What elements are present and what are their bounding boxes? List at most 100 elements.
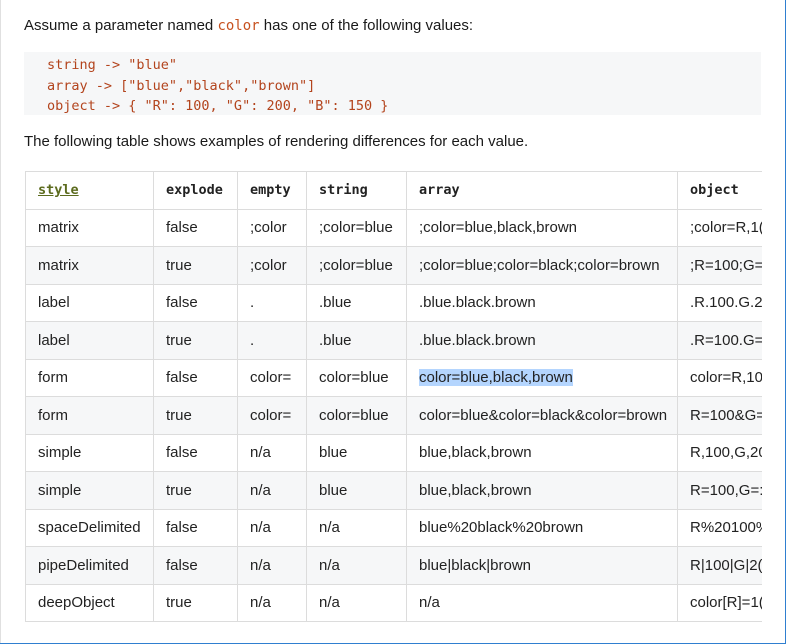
cell-object: R%20100% bbox=[677, 508, 762, 547]
cell-text: R,100,G,20 bbox=[690, 444, 762, 462]
cell-text: false bbox=[166, 556, 198, 574]
cell-string: ;color=blue bbox=[306, 246, 407, 285]
cell-text: n/a bbox=[319, 519, 340, 537]
code-line: object -> { "R": 100, "G": 200, "B": 150… bbox=[47, 98, 389, 114]
table-header-row: style explode empty string array object bbox=[25, 171, 762, 210]
cell-object: R=100,G=: bbox=[677, 471, 762, 510]
cell-explode: false bbox=[153, 358, 238, 397]
cell-text: true bbox=[166, 406, 192, 424]
cell-style: simple bbox=[25, 433, 154, 472]
cell-text: color=R,10 bbox=[690, 369, 762, 387]
table-row: matrix true ;color ;color=blue ;color=blue;c… bbox=[25, 246, 762, 285]
cell-text: .blue bbox=[319, 331, 352, 349]
cell-object: ;R=100;G= bbox=[677, 246, 762, 285]
cell-object: ;color=R,1( bbox=[677, 208, 762, 247]
cell-array: blue%20black%20brown bbox=[406, 508, 678, 547]
cell-style: matrix bbox=[25, 208, 154, 247]
table-row: form true color= color=blue color=blue&color… bbox=[25, 396, 762, 435]
cell-text: simple bbox=[38, 444, 82, 462]
cell-explode: true bbox=[153, 583, 238, 622]
cell-text: color=blue bbox=[319, 406, 389, 424]
cell-text: n/a bbox=[250, 519, 271, 537]
cell-style: deepObject bbox=[25, 583, 154, 622]
table-row: matrix false ;color ;color=blue ;color=blue,… bbox=[25, 208, 762, 247]
rendering-table: style explode empty string array object … bbox=[25, 171, 762, 622]
cell-object: R,100,G,20 bbox=[677, 433, 762, 472]
cell-text: R=100,G=: bbox=[690, 481, 762, 499]
cell-text: pipeDelimited bbox=[38, 556, 129, 574]
cell-array: ;color=blue;color=black;color=brown bbox=[406, 246, 678, 285]
cell-string: blue bbox=[306, 433, 407, 472]
cell-array: ;color=blue,black,brown bbox=[406, 208, 678, 247]
cell-text: label bbox=[38, 331, 70, 349]
cell-text: n/a bbox=[319, 594, 340, 612]
intro-text: Assume a parameter named color has one o… bbox=[24, 17, 473, 35]
cell-array: color=blue,black,brown bbox=[406, 358, 678, 397]
intro-suffix: has one of the following values: bbox=[263, 17, 474, 34]
code-line: string -> "blue" bbox=[47, 57, 178, 73]
cell-text: . bbox=[250, 331, 255, 349]
cell-text: n/a bbox=[250, 481, 271, 499]
cell-text: . bbox=[250, 294, 255, 312]
header-string: string bbox=[306, 171, 407, 210]
cell-text: ;color=blue bbox=[319, 256, 393, 274]
cell-empty: color= bbox=[237, 358, 307, 397]
selected-text: color=blue,black,brown bbox=[419, 369, 573, 387]
cell-text: blue bbox=[319, 481, 348, 499]
cell-text: .blue.black.brown bbox=[419, 294, 536, 312]
cell-empty: n/a bbox=[237, 583, 307, 622]
cell-text: matrix bbox=[38, 256, 79, 274]
cell-text: n/a bbox=[250, 444, 271, 462]
cell-text: blue,black,brown bbox=[419, 481, 532, 499]
cell-explode: false bbox=[153, 433, 238, 472]
cell-text: true bbox=[166, 331, 192, 349]
cell-text: n/a bbox=[250, 594, 271, 612]
header-explode: explode bbox=[153, 171, 238, 210]
cell-text: ;color bbox=[250, 219, 287, 237]
cell-explode: false bbox=[153, 508, 238, 547]
cell-explode: true bbox=[153, 321, 238, 360]
cell-string: ;color=blue bbox=[306, 208, 407, 247]
param-name-code: color bbox=[217, 18, 260, 34]
header-style-link[interactable]: style bbox=[25, 171, 154, 210]
table-row: simple false n/a blue blue,black,brown R,100,… bbox=[25, 433, 762, 472]
table-row: simple true n/a blue blue,black,brown R=100,G… bbox=[25, 471, 762, 510]
cell-style: label bbox=[25, 321, 154, 360]
cell-text: ;color=blue bbox=[319, 219, 393, 237]
cell-object: .R=100.G= bbox=[677, 321, 762, 360]
cell-text: R%20100% bbox=[690, 519, 762, 537]
table-row: label true. .blue .blue.black.brown .R=100.G… bbox=[25, 321, 762, 360]
table-scroll-container[interactable]: style explode empty string array object … bbox=[25, 171, 762, 635]
cell-style: pipeDelimited bbox=[25, 546, 154, 585]
cell-text: .R=100.G= bbox=[690, 331, 762, 349]
cell-text: color= bbox=[250, 369, 292, 387]
cell-text: false bbox=[166, 219, 198, 237]
cell-text: simple bbox=[38, 481, 82, 499]
cell-text: ;color=blue;color=black;color=brown bbox=[419, 256, 660, 274]
table-description: The following table shows examples of re… bbox=[24, 133, 529, 150]
cell-text: spaceDelimited bbox=[38, 519, 141, 537]
cell-text: ;color bbox=[250, 256, 287, 274]
cell-text: form bbox=[38, 369, 68, 387]
cell-style: form bbox=[25, 358, 154, 397]
cell-text: n/a bbox=[419, 594, 440, 612]
cell-text: .blue.black.brown bbox=[419, 331, 536, 349]
cell-text: R|100|G|2( bbox=[690, 556, 762, 574]
cell-string: n/a bbox=[306, 583, 407, 622]
cell-text: blue bbox=[319, 444, 348, 462]
cell-text: blue|black|brown bbox=[419, 556, 532, 574]
cell-array: blue|black|brown bbox=[406, 546, 678, 585]
cell-text: true bbox=[166, 594, 192, 612]
cell-text: true bbox=[166, 481, 192, 499]
cell-explode: false bbox=[153, 546, 238, 585]
cell-text: ;color=R,1( bbox=[690, 219, 762, 237]
table-row: deepObject true n/a n/a n/a color[R]=1( bbox=[25, 583, 762, 622]
cell-text: blue%20black%20brown bbox=[419, 519, 584, 537]
cell-array: blue,black,brown bbox=[406, 471, 678, 510]
cell-text: n/a bbox=[319, 556, 340, 574]
cell-text: blue,black,brown bbox=[419, 444, 532, 462]
cell-string: blue bbox=[306, 471, 407, 510]
code-line: array -> ["blue","black","brown"] bbox=[47, 77, 316, 94]
cell-string: color=blue bbox=[306, 358, 407, 397]
cell-text: deepObject bbox=[38, 594, 115, 612]
